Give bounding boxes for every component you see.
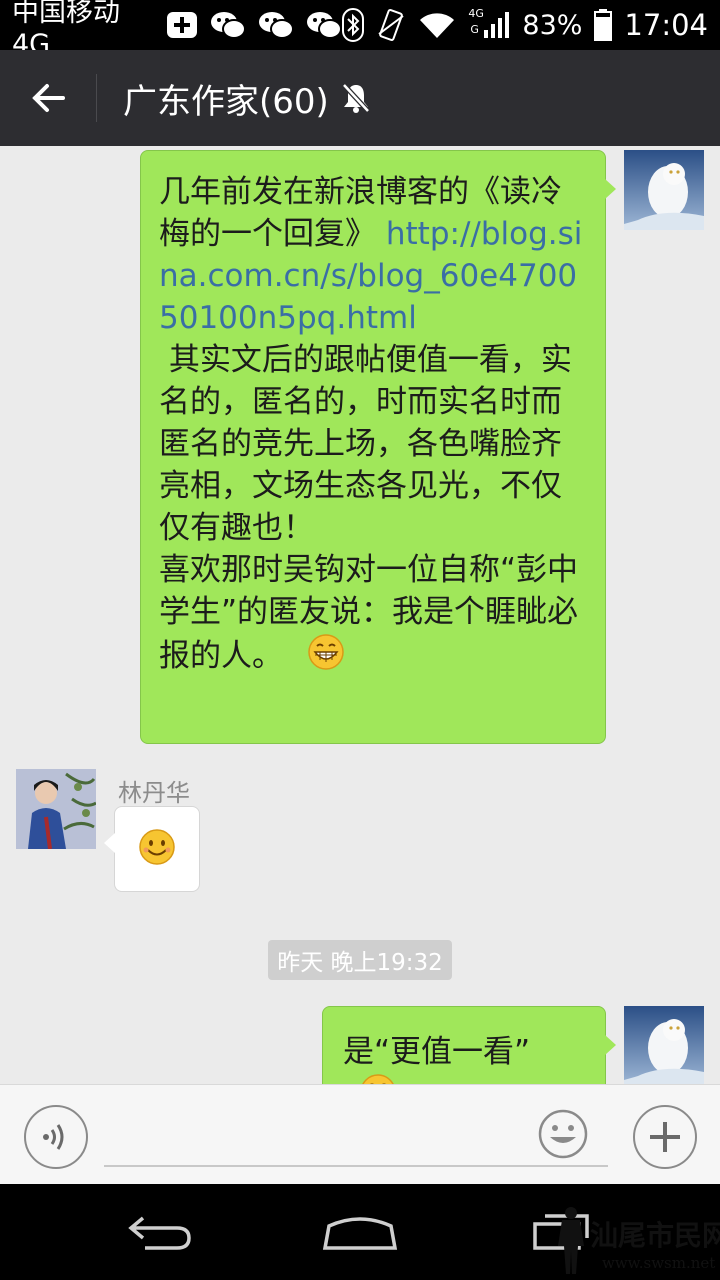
message-bubble-3[interactable]: 是“更值一看” (322, 1006, 616, 1084)
back-nav-icon (128, 1216, 191, 1250)
arrow-left-icon (32, 84, 65, 112)
network-type-top: 4G (468, 7, 484, 20)
vibrate-icon (376, 8, 406, 42)
network-type-bottom: G (470, 23, 479, 36)
chat-header: 广东作家(60) (0, 50, 720, 146)
plus-box-icon (166, 11, 198, 39)
battery-icon (594, 9, 613, 41)
message-list[interactable]: 几年前发在新浪博客的《读冷梅的一个回复》 http://blog.sina.co… (0, 146, 720, 1084)
timestamp-divider: 昨天 晚上19:32 (268, 940, 452, 980)
wechat-icon (258, 10, 295, 40)
message-text: 是“更值一看” (343, 1034, 531, 1070)
battery-percent: 83% (522, 9, 583, 41)
back-button[interactable] (0, 50, 96, 146)
chat-title[interactable]: 广东作家(60) (123, 74, 329, 123)
wechat-icon (210, 10, 247, 40)
input-bar (0, 1084, 720, 1184)
nav-back-button[interactable] (120, 1202, 200, 1262)
message-bubble-2[interactable] (104, 806, 200, 892)
header-divider (96, 74, 97, 122)
message-bubble-1[interactable]: 几年前发在新浪博客的《读冷梅的一个回复》 http://blog.sina.co… (140, 150, 616, 744)
bluetooth-icon (342, 8, 365, 42)
site-watermark: 汕尾市民网 www.swsm.net (554, 1206, 720, 1276)
smile-emoji-icon (138, 828, 176, 870)
signal-icon: 4G G (468, 8, 510, 42)
grin-emoji-icon (307, 633, 345, 682)
my-avatar[interactable] (624, 150, 704, 230)
nav-home-button[interactable] (320, 1202, 400, 1262)
voice-button[interactable] (24, 1105, 88, 1169)
wifi-icon (418, 10, 456, 40)
figure-icon (558, 1207, 584, 1274)
more-button[interactable] (633, 1105, 697, 1169)
sender-name: 林丹华 (118, 779, 190, 807)
watermark-text: 汕尾市民网 (590, 1219, 720, 1252)
message-body: 其实文后的跟帖便值一看，实名的，匿名的，时而实名时而匿名的竞先上场，各色嘴脸齐亮… (159, 342, 579, 674)
emoji-button[interactable] (538, 1109, 588, 1159)
home-nav-icon (322, 1217, 398, 1250)
voice-icon (43, 1124, 64, 1150)
wechat-icon (306, 10, 343, 40)
clock: 17:04 (624, 8, 708, 42)
status-bar: 中国移动 4G 4G G 83% 17:04 (0, 0, 720, 60)
smiley-icon (538, 1109, 588, 1159)
grin-emoji-icon (359, 1073, 397, 1084)
sender-avatar[interactable] (16, 769, 96, 849)
bell-muted-icon (341, 82, 371, 114)
message-input[interactable] (104, 1105, 608, 1167)
watermark-url: www.swsm.net (602, 1254, 716, 1272)
plus-icon (650, 1122, 680, 1152)
my-avatar[interactable] (624, 1006, 704, 1084)
